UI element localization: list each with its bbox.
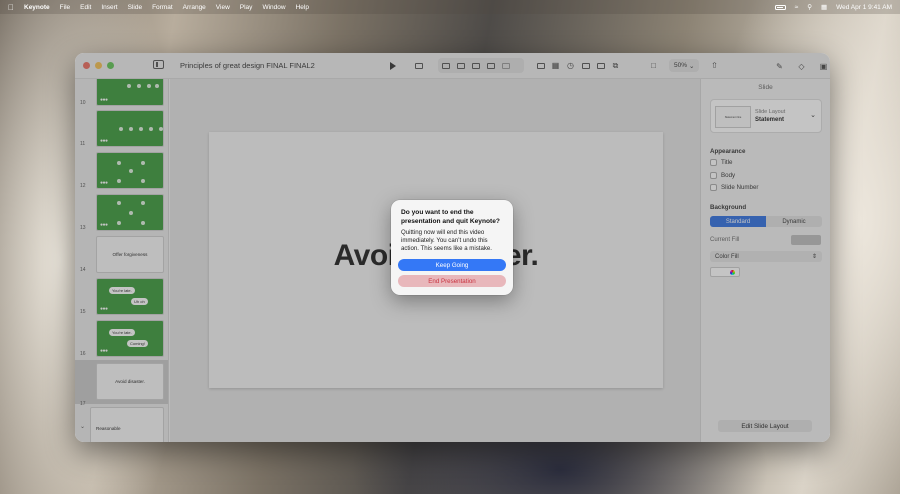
- menu-arrange[interactable]: Arrange: [183, 4, 206, 11]
- quit-confirmation-dialog: Do you want to end the presentation and …: [391, 200, 513, 295]
- menu-help[interactable]: Help: [296, 4, 309, 11]
- menu-bar:  Keynote File Edit Insert Slide Format …: [0, 0, 900, 14]
- menu-bar-clock[interactable]: Wed Apr 1 9:41 AM: [836, 4, 892, 11]
- end-presentation-button[interactable]: End Presentation: [398, 275, 506, 287]
- battery-icon[interactable]: [774, 4, 786, 10]
- keep-going-button[interactable]: Keep Going: [398, 259, 506, 271]
- control-center-icon[interactable]: ▦: [821, 3, 827, 11]
- apple-menu-icon[interactable]: : [8, 3, 18, 12]
- dialog-message: Quitting now will end this video immedia…: [401, 229, 492, 252]
- wifi-icon[interactable]: ≈: [795, 4, 799, 11]
- menu-view[interactable]: View: [216, 4, 230, 11]
- menu-edit[interactable]: Edit: [80, 4, 91, 11]
- menu-window[interactable]: Window: [262, 4, 285, 11]
- menu-bar-status: ≈ ⚲ ▦ Wed Apr 1 9:41 AM: [774, 3, 892, 11]
- menu-insert[interactable]: Insert: [101, 4, 117, 11]
- menu-play[interactable]: Play: [240, 4, 253, 11]
- spotlight-search-icon[interactable]: ⚲: [807, 3, 812, 11]
- menu-format[interactable]: Format: [152, 4, 173, 11]
- menu-app-name[interactable]: Keynote: [24, 4, 50, 11]
- dialog-title: Do you want to end the presentation and …: [401, 209, 500, 225]
- menu-file[interactable]: File: [60, 4, 70, 11]
- menu-slide[interactable]: Slide: [128, 4, 142, 11]
